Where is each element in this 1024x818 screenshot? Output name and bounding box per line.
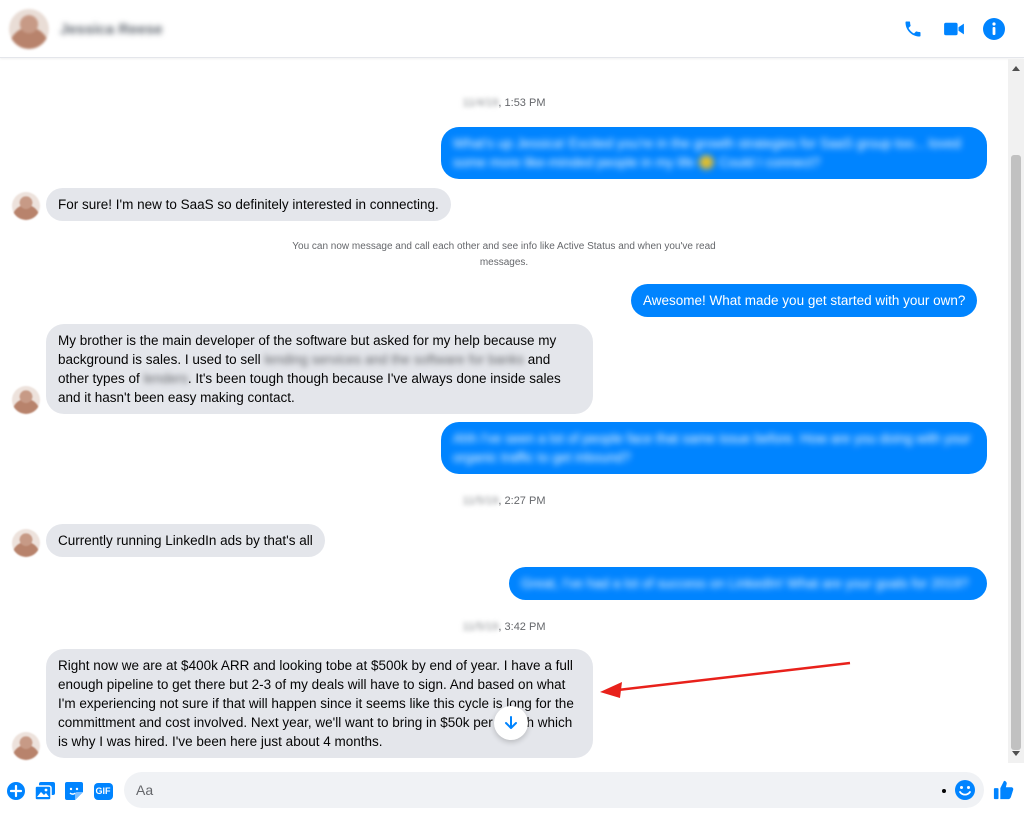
sender-avatar[interactable] xyxy=(12,386,40,414)
system-notice: You can now message and call each other … xyxy=(292,241,716,268)
incoming-message[interactable]: Currently running LinkedIn ads by that's… xyxy=(46,524,325,557)
contact-name[interactable]: Jessica Reese xyxy=(60,21,163,38)
timestamp: 11/4/19, 1:53 PM xyxy=(462,97,546,109)
sender-avatar[interactable] xyxy=(12,732,40,760)
contact-avatar[interactable] xyxy=(9,9,49,49)
info-icon[interactable] xyxy=(981,16,1007,42)
scrollbar-thumb[interactable] xyxy=(1011,155,1021,750)
emoji-icon[interactable] xyxy=(954,779,976,801)
message-composer: GIF xyxy=(0,763,1024,818)
timestamp: 11/5/19, 2:27 PM xyxy=(462,495,546,507)
sticker-icon[interactable] xyxy=(63,780,85,802)
outgoing-message[interactable]: Ahh I've seen a lot of people face that … xyxy=(441,422,987,474)
plus-circle-icon[interactable] xyxy=(5,780,27,802)
arrow-down-icon xyxy=(505,716,517,729)
message-input[interactable] xyxy=(124,772,924,808)
scrollbar[interactable] xyxy=(1008,59,1024,763)
gif-icon[interactable]: GIF xyxy=(92,780,114,802)
gif-label: GIF xyxy=(93,782,113,800)
video-camera-icon[interactable] xyxy=(941,16,967,42)
cursor-dot xyxy=(942,789,946,793)
scroll-up-arrow[interactable] xyxy=(1012,66,1020,71)
sender-avatar[interactable] xyxy=(12,192,40,220)
conversation-header: Jessica Reese xyxy=(0,0,1024,58)
scroll-down-arrow[interactable] xyxy=(1012,751,1020,756)
message-list[interactable]: 11/4/19, 1:53 PM What's up Jessica! Exci… xyxy=(0,59,1008,763)
outgoing-message[interactable]: Awesome! What made you get started with … xyxy=(631,284,978,317)
incoming-message[interactable]: My brother is the main developer of the … xyxy=(46,324,593,414)
outgoing-message[interactable]: Great, I've had a lot of success on Link… xyxy=(509,567,987,600)
incoming-message[interactable]: Right now we are at $400k ARR and lookin… xyxy=(46,649,593,758)
outgoing-message[interactable]: What's up Jessica! Excited you're in the… xyxy=(441,127,987,179)
photo-icon[interactable] xyxy=(34,780,56,802)
incoming-message[interactable]: For sure! I'm new to SaaS so definitely … xyxy=(46,188,451,221)
timestamp: 11/5/19, 3:42 PM xyxy=(462,621,546,633)
sender-avatar[interactable] xyxy=(12,529,40,557)
phone-icon[interactable] xyxy=(900,16,926,42)
scroll-to-bottom-button[interactable] xyxy=(494,706,528,740)
message-input-container xyxy=(124,772,984,808)
thumbs-up-icon[interactable] xyxy=(992,778,1016,802)
